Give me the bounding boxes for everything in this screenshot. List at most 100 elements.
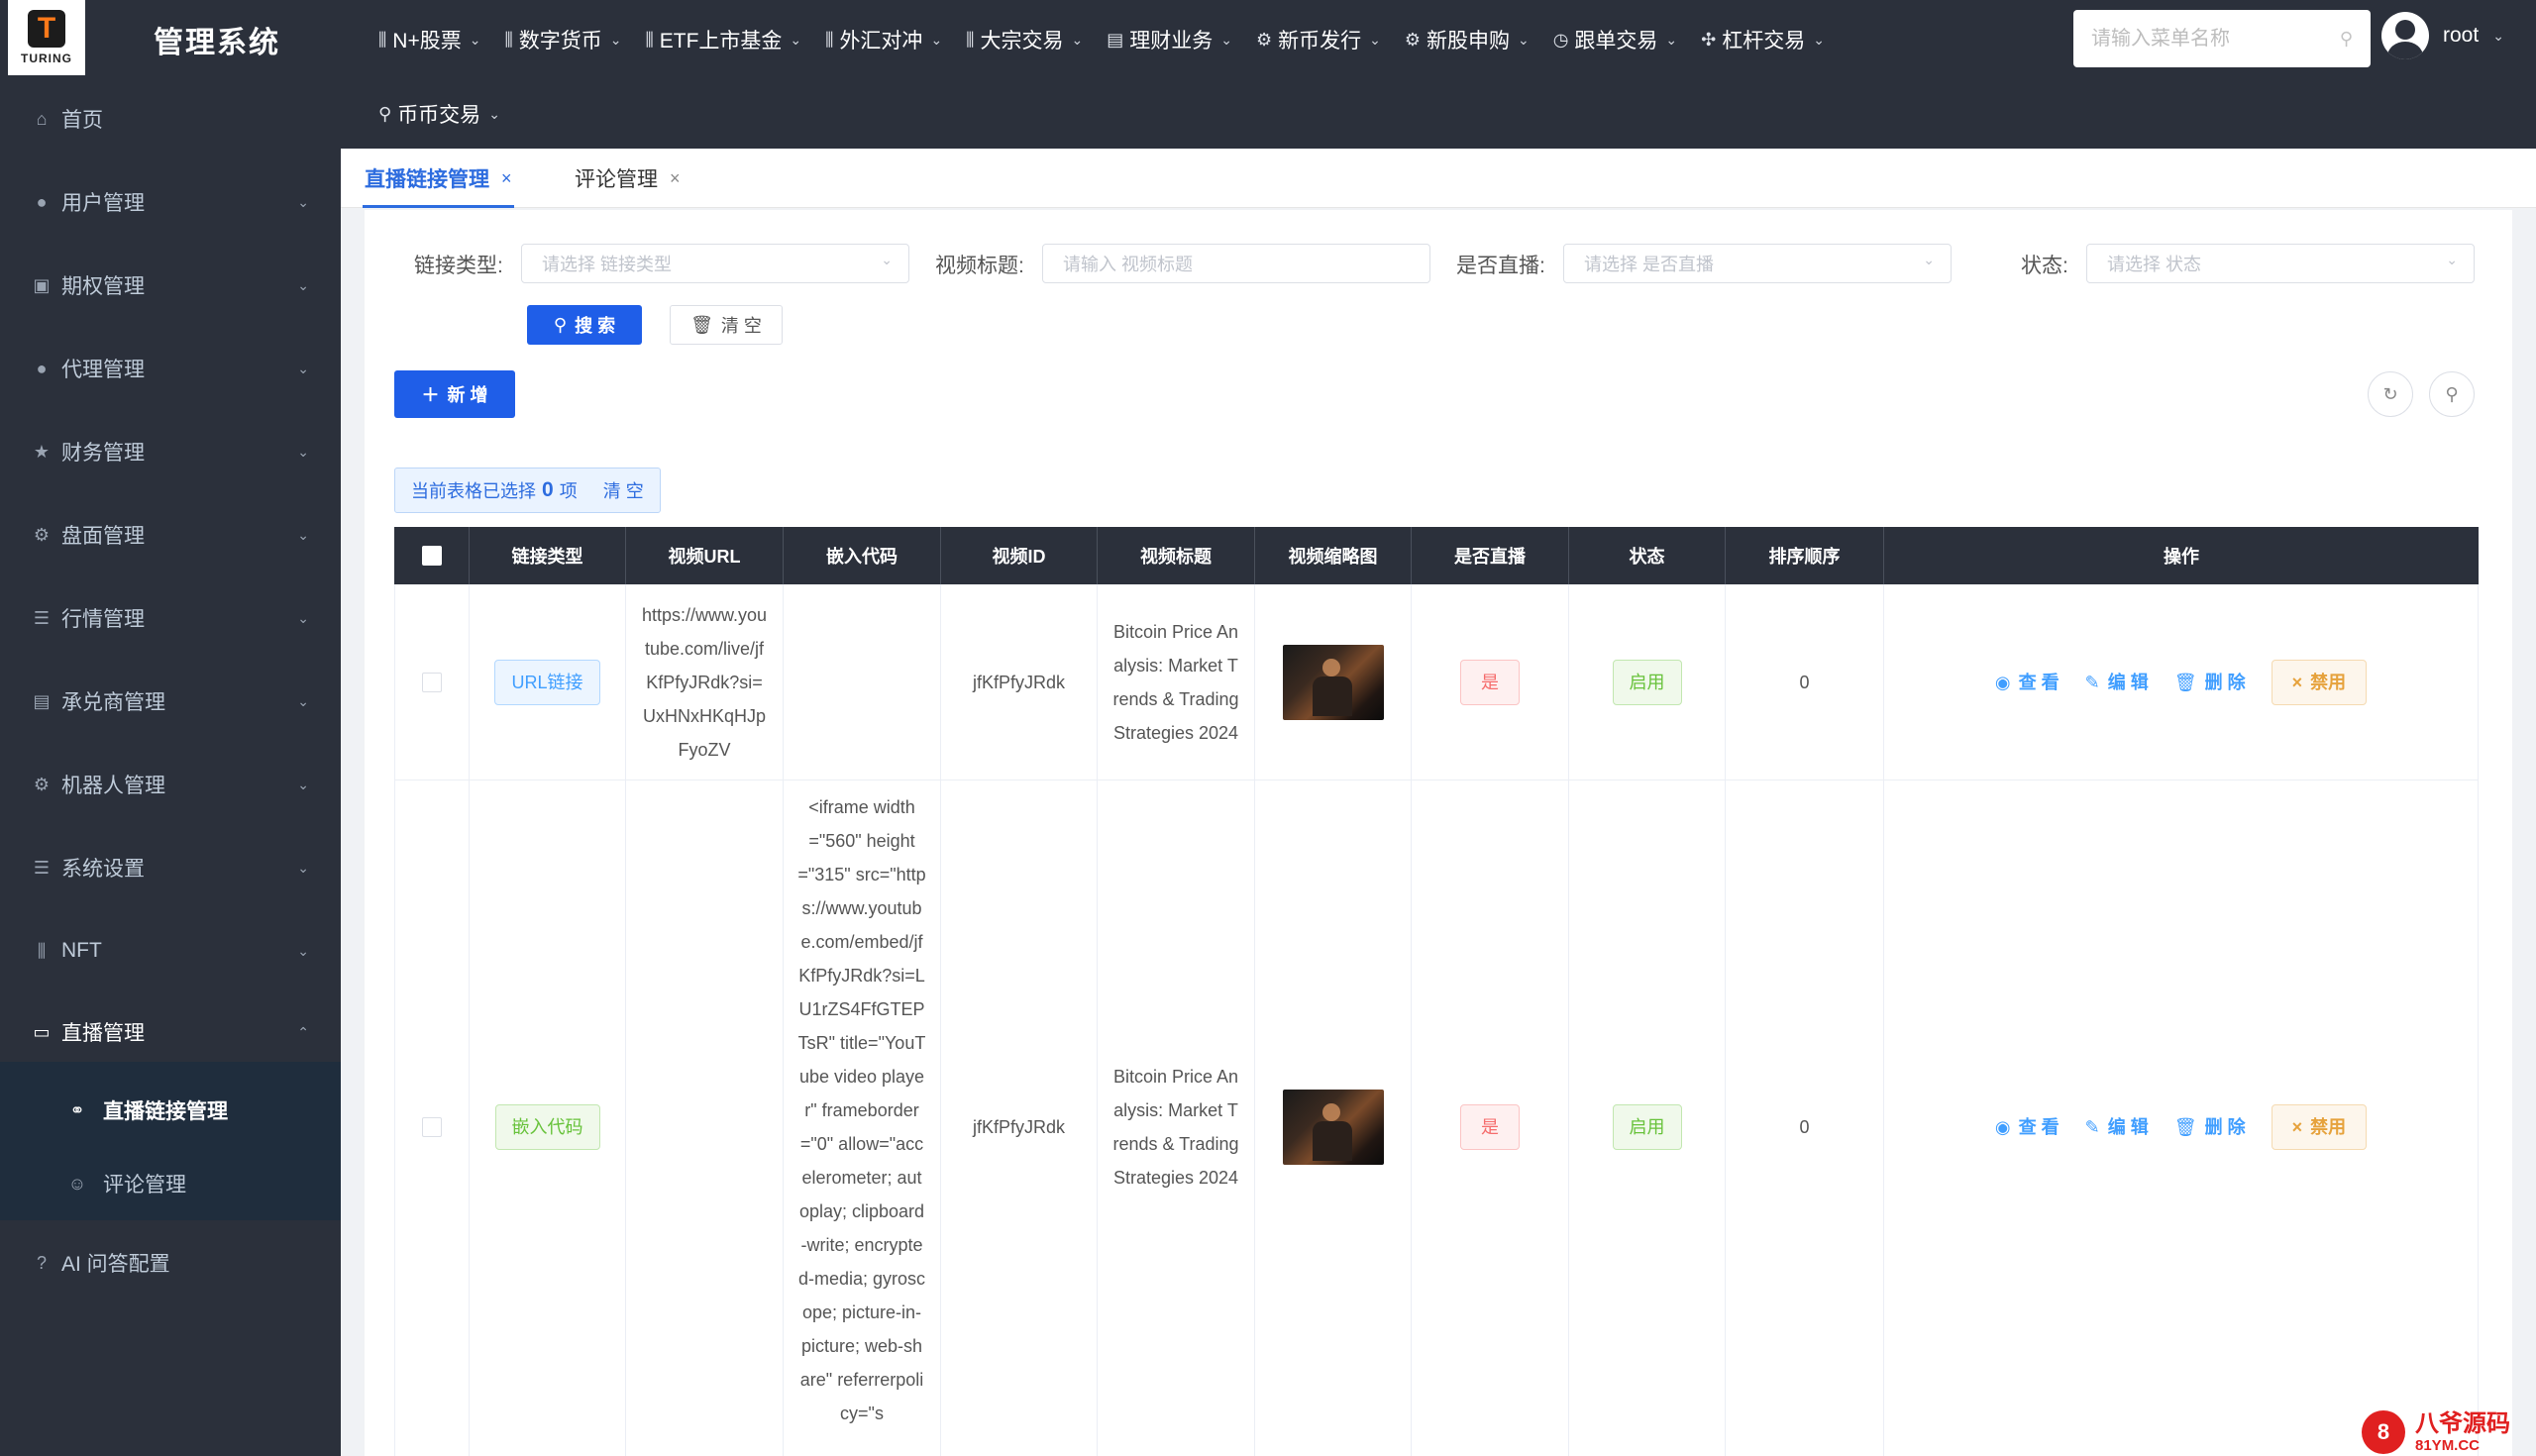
chevron-down-icon[interactable]: ⌄ bbox=[2492, 28, 2504, 45]
toggle-search-button[interactable]: ⚲ bbox=[2429, 371, 2475, 417]
cell-video-id: jfKfPfyJRdk bbox=[941, 780, 1098, 1456]
sidebar-item-comments[interactable]: ☺ 评论管理 bbox=[0, 1149, 341, 1218]
topnav-stocks[interactable]: ⫼ N+股票 ⌄ bbox=[367, 25, 492, 54]
link-type-select[interactable]: 请选择 链接类型 ⌄ bbox=[521, 244, 909, 283]
home-icon: ⌂ bbox=[36, 108, 48, 129]
watermark-text: 八爷源码 bbox=[2415, 1409, 2510, 1437]
selection-count: 0 bbox=[542, 478, 554, 501]
video-thumbnail[interactable] bbox=[1282, 1089, 1384, 1165]
tab-live-links[interactable]: 直播链接管理 × bbox=[363, 149, 514, 208]
disable-button[interactable]: × 禁用 bbox=[2271, 659, 2368, 705]
sidebar-item-acceptors[interactable]: ▤ 承兑商管理 ⌄ bbox=[0, 672, 341, 731]
edit-button[interactable]: ✎ 编 辑 bbox=[2085, 1110, 2149, 1144]
comment-icon: ☺ bbox=[67, 1173, 87, 1194]
refresh-button[interactable]: ↻ bbox=[2368, 371, 2413, 417]
topnav-block-trade[interactable]: ⫼ 大宗交易 ⌄ bbox=[954, 25, 1095, 54]
col-thumbnail[interactable]: 视频缩略图 bbox=[1255, 527, 1412, 584]
delete-button[interactable]: 🗑 删 除 bbox=[2174, 666, 2246, 699]
menu-search[interactable]: ⚲ bbox=[2073, 10, 2371, 67]
disable-button[interactable]: × 禁用 bbox=[2271, 1103, 2368, 1150]
search-button[interactable]: ⚲ 搜 索 bbox=[527, 305, 642, 345]
bar-chart-icon: ⫼ bbox=[504, 29, 513, 50]
user-name[interactable]: root bbox=[2443, 24, 2479, 48]
sidebar-item-live[interactable]: ▭ 直播管理 ⌃ bbox=[0, 1002, 341, 1062]
chevron-down-icon: ⌄ bbox=[297, 942, 309, 959]
view-button[interactable]: ◉ 查 看 bbox=[1995, 666, 2060, 699]
avatar[interactable] bbox=[2381, 12, 2429, 59]
gear-icon: ⚙ bbox=[33, 774, 51, 794]
cell-status: 启用 bbox=[1569, 780, 1726, 1456]
user-icon: ● bbox=[36, 191, 48, 212]
filter-label-video-title: 视频标题: bbox=[935, 255, 1024, 277]
col-link-type[interactable]: 链接类型 bbox=[470, 527, 626, 584]
topnav-wealth[interactable]: ▤ 理财业务 ⌄ bbox=[1095, 25, 1244, 54]
video-thumbnail[interactable] bbox=[1282, 644, 1384, 720]
chevron-down-icon: ⌄ bbox=[1517, 31, 1530, 48]
sidebar-item-nft[interactable]: ⫼ NFT ⌄ bbox=[0, 921, 341, 981]
sidebar-item-market-board[interactable]: ⚙ 盘面管理 ⌄ bbox=[0, 505, 341, 565]
topnav-spot[interactable]: ⚲ 币币交易 ⌄ bbox=[367, 99, 512, 129]
col-video-url[interactable]: 视频URL bbox=[626, 527, 784, 584]
status-select[interactable]: 请选择 状态 ⌄ bbox=[2086, 244, 2475, 283]
cell-embed-code bbox=[784, 584, 941, 780]
menu-search-input[interactable] bbox=[2091, 27, 2340, 51]
tab-comments[interactable]: 评论管理 × bbox=[575, 149, 681, 208]
logo-text: TURING bbox=[21, 52, 72, 65]
clear-button[interactable]: 🗑 清 空 bbox=[670, 305, 783, 345]
eye-icon: ◉ bbox=[1994, 1116, 2011, 1137]
chevron-down-icon: ⌄ bbox=[469, 31, 481, 48]
clear-selection-link[interactable]: 清 空 bbox=[603, 477, 644, 503]
select-all-checkbox[interactable] bbox=[421, 546, 442, 566]
topnav-etf[interactable]: ⫼ ETF上市基金 ⌄ bbox=[633, 25, 813, 54]
cell-thumbnail bbox=[1255, 780, 1412, 1456]
status-tag: 启用 bbox=[1612, 659, 1682, 705]
gear-icon: ⚙ bbox=[1404, 29, 1421, 50]
topnav-leverage[interactable]: ✣ 杠杆交易 ⌄ bbox=[1689, 25, 1837, 54]
topnav-crypto[interactable]: ⫼ 数字货币 ⌄ bbox=[492, 25, 633, 54]
trash-icon: 🗑 bbox=[690, 314, 713, 335]
close-icon: × bbox=[2291, 1116, 2303, 1137]
topnav-ipo[interactable]: ⚙ 新股申购 ⌄ bbox=[1393, 25, 1541, 54]
sidebar-item-users[interactable]: ● 用户管理 ⌄ bbox=[0, 172, 341, 232]
col-sort-order[interactable]: 排序顺序 bbox=[1726, 527, 1884, 584]
sidebar-item-live-links[interactable]: ⚭ 直播链接管理 bbox=[0, 1076, 341, 1145]
video-title-input[interactable]: 请输入 视频标题 bbox=[1042, 244, 1430, 283]
col-status[interactable]: 状态 bbox=[1569, 527, 1726, 584]
star-icon: ★ bbox=[33, 441, 51, 462]
delete-button[interactable]: 🗑 删 除 bbox=[2174, 1110, 2246, 1144]
edit-button[interactable]: ✎ 编 辑 bbox=[2085, 666, 2149, 699]
col-video-id[interactable]: 视频ID bbox=[941, 527, 1098, 584]
row-checkbox[interactable] bbox=[422, 672, 442, 692]
trash-icon: 🗑 bbox=[2173, 1116, 2197, 1137]
cell-video-title: Bitcoin Price Analysis: Market Trends & … bbox=[1098, 584, 1255, 780]
topnav-new-coin[interactable]: ⚙ 新币发行 ⌄ bbox=[1244, 25, 1393, 54]
is-live-select[interactable]: 请选择 是否直播 ⌄ bbox=[1563, 244, 1952, 283]
table-row: URL链接 https://www.youtube.com/live/jfKfP… bbox=[394, 584, 2479, 780]
view-button[interactable]: ◉ 查 看 bbox=[1995, 1110, 2060, 1144]
row-checkbox[interactable] bbox=[422, 1116, 442, 1137]
topnav-forex[interactable]: ⫼ 外汇对冲 ⌄ bbox=[813, 25, 954, 54]
sidebar-item-settings[interactable]: ☰ 系统设置 ⌄ bbox=[0, 838, 341, 897]
logo[interactable]: T TURING bbox=[8, 0, 85, 75]
chevron-down-icon: ⌄ bbox=[297, 193, 309, 210]
sidebar-item-finance[interactable]: ★ 财务管理 ⌄ bbox=[0, 422, 341, 481]
add-button[interactable]: ＋新 增 bbox=[394, 370, 515, 418]
search-icon[interactable]: ⚲ bbox=[2340, 29, 2353, 50]
table-row: 嵌入代码 <iframe width="560" height="315" sr… bbox=[394, 780, 2479, 1456]
sidebar-item-robots[interactable]: ⚙ 机器人管理 ⌄ bbox=[0, 755, 341, 814]
sidebar-item-quotes[interactable]: ☰ 行情管理 ⌄ bbox=[0, 588, 341, 648]
sidebar-item-home[interactable]: ⌂ 首页 bbox=[0, 89, 341, 149]
user-menu[interactable]: root ⌄ bbox=[2381, 10, 2504, 61]
search-icon: ⚲ bbox=[553, 314, 568, 335]
sidebar-item-agents[interactable]: ● 代理管理 ⌄ bbox=[0, 339, 341, 398]
pencil-icon: ✎ bbox=[2084, 1116, 2100, 1137]
close-icon[interactable]: × bbox=[501, 168, 512, 189]
close-icon[interactable]: × bbox=[670, 168, 681, 189]
col-embed-code[interactable]: 嵌入代码 bbox=[784, 527, 941, 584]
topnav-copy-trade[interactable]: ◷ 跟单交易 ⌄ bbox=[1541, 25, 1689, 54]
col-is-live[interactable]: 是否直播 bbox=[1412, 527, 1569, 584]
sidebar-item-ai-qa[interactable]: ? AI 问答配置 bbox=[0, 1233, 341, 1293]
table-header: 链接类型 视频URL 嵌入代码 视频ID 视频标题 视频缩略图 是否直播 状态 … bbox=[394, 527, 2479, 584]
sidebar-item-options[interactable]: ▣ 期权管理 ⌄ bbox=[0, 256, 341, 315]
col-video-title[interactable]: 视频标题 bbox=[1098, 527, 1255, 584]
